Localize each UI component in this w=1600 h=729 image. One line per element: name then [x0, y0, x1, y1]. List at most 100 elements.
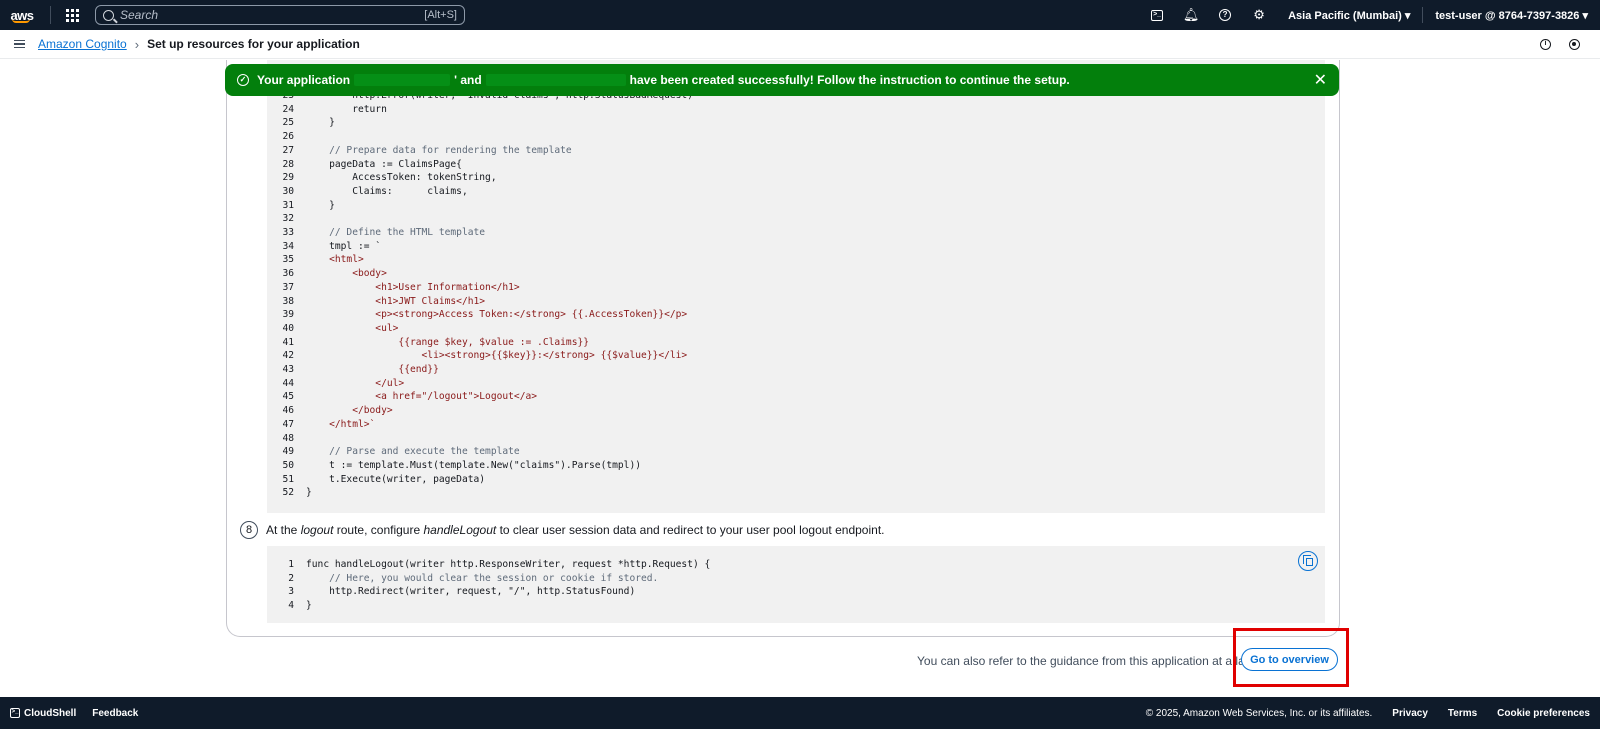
code-line: 34 tmpl := ` [267, 240, 381, 254]
code-line: 25 } [267, 116, 335, 130]
code-text: <h1>JWT Claims</h1> [306, 295, 486, 307]
code-text: AccessToken: tokenString, [306, 172, 497, 184]
code-text: func handleLogout(writer http.ResponseWr… [306, 559, 711, 570]
code-line: 4} [267, 599, 312, 613]
code-line: 31 } [267, 199, 335, 213]
code-line: 27 // Prepare data for rendering the tem… [267, 144, 571, 158]
success-flashbar: ✓ Your application ' and have been creat… [225, 64, 1339, 96]
cloudshell-link[interactable]: CloudShell [24, 708, 76, 719]
search-shortcut: [Alt+S] [424, 9, 457, 21]
code-line: 50 t := template.Must(template.New("clai… [267, 459, 641, 473]
line-number: 31 [282, 199, 294, 211]
line-number: 47 [282, 418, 294, 430]
code-line: 52} [267, 486, 312, 500]
code-line: 24 return [267, 103, 387, 117]
line-number: 35 [282, 254, 294, 266]
close-icon[interactable]: ✕ [1314, 70, 1327, 90]
code-text: pageData := ClaimsPage{ [306, 158, 462, 170]
code-line: 38 <h1>JWT Claims</h1> [267, 295, 485, 309]
code-line: 33 // Define the HTML template [267, 226, 485, 240]
line-number: 37 [282, 281, 294, 293]
code-line: 48 [267, 432, 306, 446]
code-text: // Parse and execute the template [306, 446, 520, 458]
line-number: 24 [282, 103, 294, 115]
feedback-link[interactable]: Feedback [92, 708, 138, 719]
menu-icon[interactable] [0, 40, 38, 48]
code-line: 45 <a href="/logout">Logout</a> [267, 390, 537, 404]
line-number: 50 [282, 459, 294, 471]
step-number: 8 [240, 521, 258, 539]
help-icon[interactable]: ? [1208, 0, 1242, 30]
search-input[interactable] [120, 8, 425, 22]
highlight-box [1233, 628, 1349, 687]
code-line: 35 <html> [267, 253, 364, 267]
code-line: 29 AccessToken: tokenString, [267, 171, 497, 185]
code-text: </body> [306, 405, 393, 417]
terms-link[interactable]: Terms [1448, 708, 1477, 719]
line-number: 51 [282, 473, 294, 485]
line-number: 46 [282, 405, 294, 417]
code-text: return [306, 103, 387, 115]
search-icon [103, 9, 114, 21]
redacted-resource-name [485, 74, 626, 86]
code-text: <html> [306, 254, 364, 266]
code-text: <h1>User Information</h1> [306, 281, 520, 293]
code-line: 49 // Parse and execute the template [267, 445, 520, 459]
breadcrumb-link-cognito[interactable]: Amazon Cognito [38, 37, 127, 51]
line-number: 1 [288, 559, 294, 570]
code-line: 40 <ul> [267, 322, 398, 336]
redacted-app-name [354, 74, 451, 86]
code-line: 47 </html>` [267, 418, 375, 432]
code-line: 26 [267, 130, 306, 144]
top-navigation: aws [Alt+S] >_ 🔔︎ ? ⚙︎ Asia Pacific (Mum… [0, 0, 1600, 30]
code-text: <p><strong>Access Token:</strong> {{.Acc… [306, 309, 688, 321]
line-number: 34 [282, 240, 294, 252]
line-number: 3 [288, 586, 294, 598]
code-text: } [306, 117, 335, 129]
line-number: 45 [282, 391, 294, 403]
region-selector[interactable]: Asia Pacific (Mumbai) ▾ [1276, 9, 1422, 22]
code-line: 36 <body> [267, 267, 386, 281]
code-text: } [306, 487, 312, 499]
cookie-preferences-link[interactable]: Cookie preferences [1497, 708, 1590, 719]
code-line: 30 Claims: claims, [267, 185, 468, 199]
code-text: Claims: claims, [306, 185, 468, 197]
line-number: 32 [282, 213, 294, 225]
bell-icon[interactable]: 🔔︎ [1174, 0, 1208, 30]
services-grid-icon[interactable] [57, 0, 87, 30]
line-number: 4 [288, 600, 294, 612]
line-number: 36 [282, 268, 294, 280]
code-text: } [306, 199, 335, 211]
console-footer: >_ CloudShell Feedback © 2025, Amazon We… [0, 697, 1600, 729]
step-text: At the logout route, configure handleLog… [266, 523, 885, 537]
copy-code-button[interactable] [1298, 551, 1318, 571]
privacy-link[interactable]: Privacy [1392, 708, 1428, 719]
line-number: 30 [282, 185, 294, 197]
line-number: 40 [282, 322, 294, 334]
line-number: 49 [282, 446, 294, 458]
flash-text-3: have been created successfully! Follow t… [629, 73, 1070, 87]
code-text: // Here, you would clear the session or … [306, 572, 659, 584]
code-block-logout: 1 func handleLogout(writer http.ResponseW… [267, 546, 1325, 623]
code-line: 28 pageData := ClaimsPage{ [267, 158, 462, 172]
info-icon[interactable]: i [1540, 38, 1551, 50]
code-line: 46 </body> [267, 404, 393, 418]
check-circle-icon: ✓ [237, 74, 249, 86]
search-box[interactable]: [Alt+S] [95, 5, 465, 25]
cloudshell-icon[interactable]: >_ [1140, 0, 1174, 30]
line-number: 42 [282, 350, 294, 362]
line-number: 41 [282, 336, 294, 348]
settings-icon[interactable]: ⚙︎ [1242, 0, 1276, 30]
code-line: 42 <li><strong>{{$key}}:</strong> {{$val… [267, 349, 687, 363]
chevron-right-icon: › [134, 36, 140, 52]
line-number: 43 [282, 364, 294, 375]
line-number: 28 [282, 158, 294, 170]
account-menu[interactable]: test-user @ 8764-7397-3826 ▾ [1423, 9, 1600, 22]
line-number: 27 [282, 144, 294, 156]
code-text: {{end}} [306, 364, 439, 375]
code-text: tmpl := ` [306, 240, 382, 252]
preferences-icon[interactable] [1569, 38, 1580, 50]
aws-logo[interactable]: aws [0, 0, 44, 30]
code-line: 51 t.Execute(writer, pageData) [267, 473, 485, 487]
code-block-handler: 23 http.Error(writer, "Invalid claims", … [267, 60, 1325, 513]
